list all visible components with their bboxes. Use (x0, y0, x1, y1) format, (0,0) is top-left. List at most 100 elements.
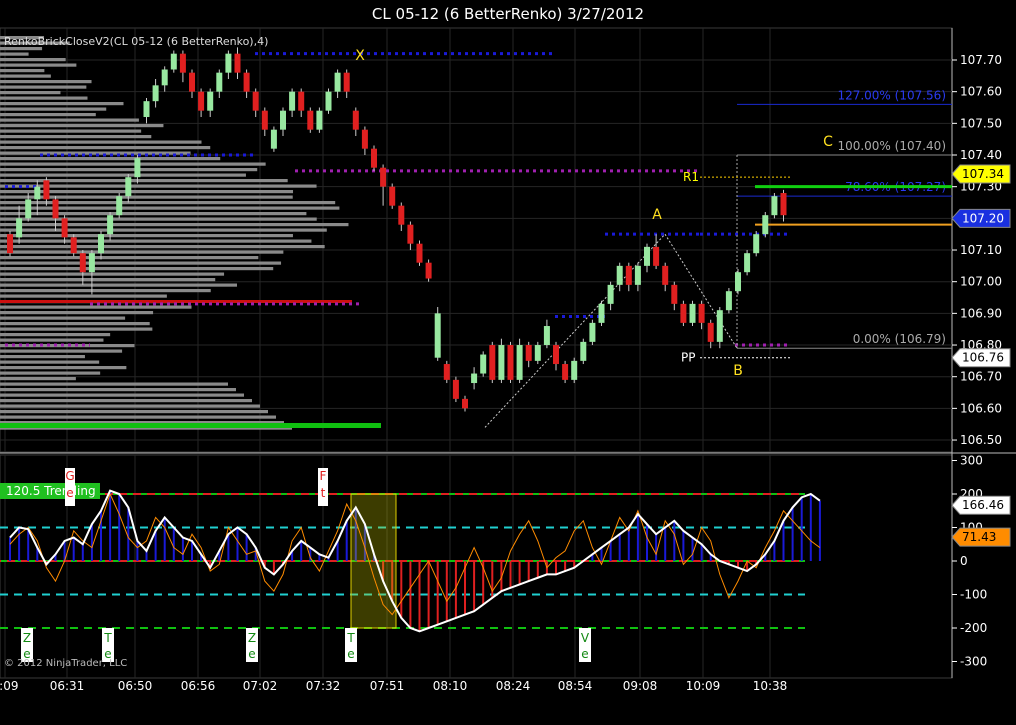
volume-profile-bar (0, 294, 167, 298)
volume-profile-bar (0, 234, 293, 238)
candle-body (744, 253, 751, 273)
x-tick-label: 07:51 (370, 679, 405, 693)
volume-profile-bar (0, 261, 282, 265)
candle-body (189, 72, 195, 92)
price-marker-label: 107.20 (962, 211, 1004, 225)
candle-body (698, 303, 705, 323)
volume-profile-bar (0, 212, 307, 216)
candle-body (225, 53, 232, 73)
x-tick-label: 06:56 (181, 679, 216, 693)
candle-body (580, 341, 587, 361)
candle-body (416, 243, 423, 263)
volume-profile-bar (0, 267, 274, 271)
volume-profile-bar (0, 283, 238, 287)
volume-profile-bar (0, 179, 288, 183)
candle-body (753, 234, 760, 254)
y-tick-label: 107.50 (960, 116, 1002, 130)
volume-profile-bar (0, 371, 101, 375)
candle-body (780, 193, 787, 216)
volume-profile-bar (0, 388, 236, 392)
volume-profile-bar (0, 96, 88, 100)
candle-body (289, 91, 296, 111)
pivot-r1-label: R1 (683, 170, 699, 184)
volume-profile-bar (0, 168, 258, 172)
candle-body (452, 379, 459, 399)
candle-body (707, 322, 714, 342)
x-tick-label: 08:24 (496, 679, 531, 693)
candle-body (34, 186, 41, 200)
x-tick-label: 06:31 (50, 679, 85, 693)
candle-body (634, 265, 641, 285)
candle-body (243, 72, 250, 92)
volume-profile-bar (0, 124, 164, 128)
candle-body (270, 129, 277, 149)
candle-body (43, 180, 50, 200)
candle-body (716, 310, 723, 342)
volume-profile-bar (0, 74, 51, 78)
candle-body (161, 69, 168, 86)
candle-body (371, 148, 377, 168)
candle-body (61, 218, 68, 238)
indicator-panel (0, 454, 953, 679)
price-marker-label: 106.76 (962, 351, 1004, 365)
volume-profile-bar (0, 399, 252, 403)
flag-label: T (346, 631, 355, 645)
candle-body (216, 72, 223, 92)
candle-body (662, 265, 669, 285)
candle-body (380, 167, 387, 187)
candle-body (771, 196, 778, 216)
ind-y-tick-label: -100 (960, 588, 987, 602)
candle-body (16, 218, 23, 238)
volume-profile-bar (0, 349, 123, 353)
candle-body (152, 85, 159, 102)
volume-profile-bar (0, 58, 66, 62)
x-tick-label: 10:09 (686, 679, 721, 693)
chart-canvas[interactable]: 6:09 06:31 06:50 06:56 07:02 07:32 07:51 08:10 0… (0, 0, 1016, 725)
candle-body (462, 398, 468, 409)
price-marker-label: 107.34 (962, 167, 1004, 181)
volume-profile-bar (0, 333, 111, 337)
candle-body (498, 345, 505, 380)
candle-body (553, 345, 559, 365)
volume-profile-bar (0, 135, 152, 139)
candle-body (116, 196, 123, 216)
flag-label: Z (23, 631, 31, 645)
candle-body (653, 246, 660, 266)
candle-body (735, 272, 741, 292)
y-tick-label: 107.40 (960, 148, 1002, 162)
candle-body (598, 303, 605, 323)
y-tick-label: 107.60 (960, 85, 1002, 99)
y-tick-label: 106.50 (960, 433, 1002, 447)
candle-body (234, 53, 241, 73)
volume-profile-bar (0, 377, 76, 381)
candle-body (534, 345, 541, 361)
candle-body (425, 262, 432, 279)
candle-body (616, 265, 623, 285)
candle-body (261, 110, 268, 130)
candle-body (107, 215, 114, 235)
candle-body (70, 237, 77, 254)
volume-profile-bar (0, 338, 104, 342)
y-tick-label: 106.90 (960, 306, 1002, 320)
candle-body (361, 129, 368, 149)
candle-body (79, 253, 86, 273)
candle-body (480, 354, 487, 374)
x-tick-label: 06:50 (118, 679, 153, 693)
flag-label: e (66, 486, 73, 500)
ind-y-tick-label: -200 (960, 621, 987, 635)
ind-y-tick-label: -300 (960, 655, 987, 669)
pattern-point-a: A (652, 207, 662, 223)
fib-level-label: 0.00% (106.79) (853, 332, 946, 346)
candle-body (125, 177, 132, 197)
candle-body (307, 110, 314, 130)
flag-label: Z (248, 631, 256, 645)
volume-profile-bar (0, 250, 284, 254)
x-tick-label: 07:02 (243, 679, 278, 693)
candle-body (471, 373, 478, 384)
candle-body (525, 345, 532, 361)
candle-body (7, 234, 13, 254)
volume-profile-bar (0, 239, 312, 243)
volume-profile-bar (0, 355, 85, 359)
highlight-box (350, 493, 397, 629)
ind-y-tick-label: 300 (960, 454, 983, 468)
